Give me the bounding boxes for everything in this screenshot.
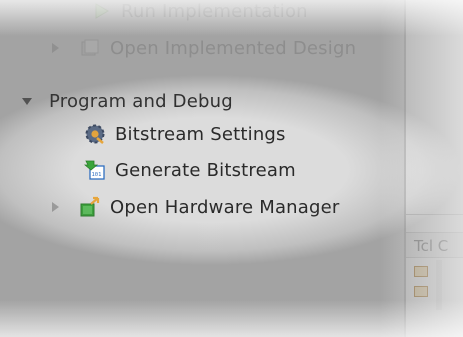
flow-navigator-pane: Run Implementation Open Implemented Desi… [0, 0, 404, 337]
svg-text:101: 101 [92, 172, 102, 178]
panel-divider [406, 214, 463, 215]
run-play-icon [90, 0, 112, 22]
nav-item-bitstream-settings[interactable]: Bitstream Settings [84, 121, 286, 147]
nav-item-run-implementation[interactable]: Run Implementation [90, 0, 308, 24]
nav-item-generate-bitstream[interactable]: 101 Generate Bitstream [83, 157, 296, 183]
right-side-panel: Tcl C [406, 0, 463, 337]
nav-item-label: Open Hardware Manager [110, 196, 340, 218]
vivado-window: Run Implementation Open Implemented Desi… [0, 0, 463, 337]
nav-section-program-and-debug[interactable]: Program and Debug [22, 88, 233, 114]
console-content [436, 260, 442, 310]
tab-tcl-console[interactable]: Tcl C [406, 232, 463, 258]
nav-item-open-hardware-manager[interactable]: Open Hardware Manager [52, 194, 340, 220]
open-design-icon [79, 37, 101, 59]
nav-item-open-implemented-design[interactable]: Open Implemented Design [52, 35, 356, 61]
console-toolbar-icon[interactable] [414, 286, 428, 297]
nav-item-label: Bitstream Settings [115, 123, 286, 145]
hardware-manager-icon [79, 196, 101, 218]
expand-arrow-icon[interactable] [52, 202, 59, 212]
section-title: Program and Debug [49, 90, 233, 112]
gear-settings-icon [84, 123, 106, 145]
collapse-arrow-icon[interactable] [22, 97, 32, 105]
nav-item-label: Open Implemented Design [110, 37, 357, 59]
generate-bitstream-icon: 101 [83, 159, 106, 181]
nav-item-label: Generate Bitstream [115, 159, 296, 181]
expand-arrow-icon[interactable] [52, 43, 59, 53]
console-toolbar-icon[interactable] [414, 266, 428, 277]
nav-item-label: Run Implementation [121, 0, 308, 22]
